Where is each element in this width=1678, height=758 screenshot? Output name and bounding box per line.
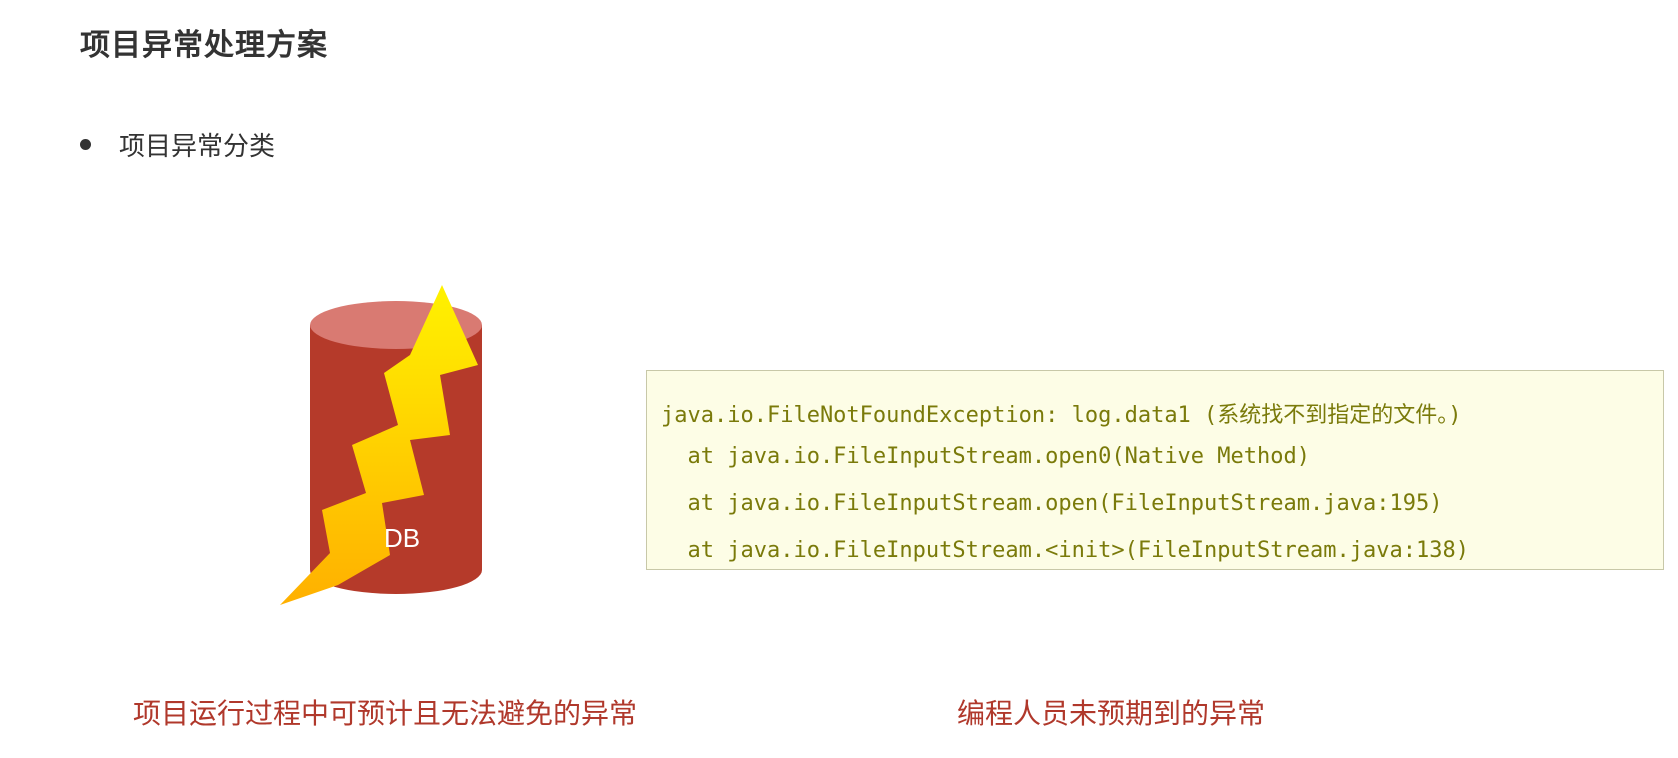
- stack-trace-line: at java.io.FileInputStream.open(FileInpu…: [661, 491, 1443, 516]
- bullet-item: 项目异常分类: [80, 126, 275, 163]
- stack-trace-line: at java.io.FileInputStream.open0(Native …: [661, 444, 1311, 469]
- stack-trace-line: at java.io.FileInputStream.<init>(FileIn…: [661, 538, 1469, 563]
- bullet-dot-icon: [80, 139, 91, 150]
- bullet-text: 项目异常分类: [119, 132, 276, 162]
- caption-expected-exceptions: 项目运行过程中可预计且无法避免的异常: [133, 697, 638, 730]
- stack-trace-line: java.io.FileNotFoundException: log.data1…: [661, 403, 1462, 428]
- database-lightning-icon: DB: [280, 285, 482, 605]
- db-label: DB: [384, 523, 420, 553]
- caption-unexpected-exceptions: 编程人员未预期到的异常: [957, 697, 1266, 730]
- slide-title: 项目异常处理方案: [80, 28, 328, 63]
- stack-trace-box: java.io.FileNotFoundException: log.data1…: [646, 370, 1664, 570]
- database-error-illustration: DB: [270, 285, 520, 635]
